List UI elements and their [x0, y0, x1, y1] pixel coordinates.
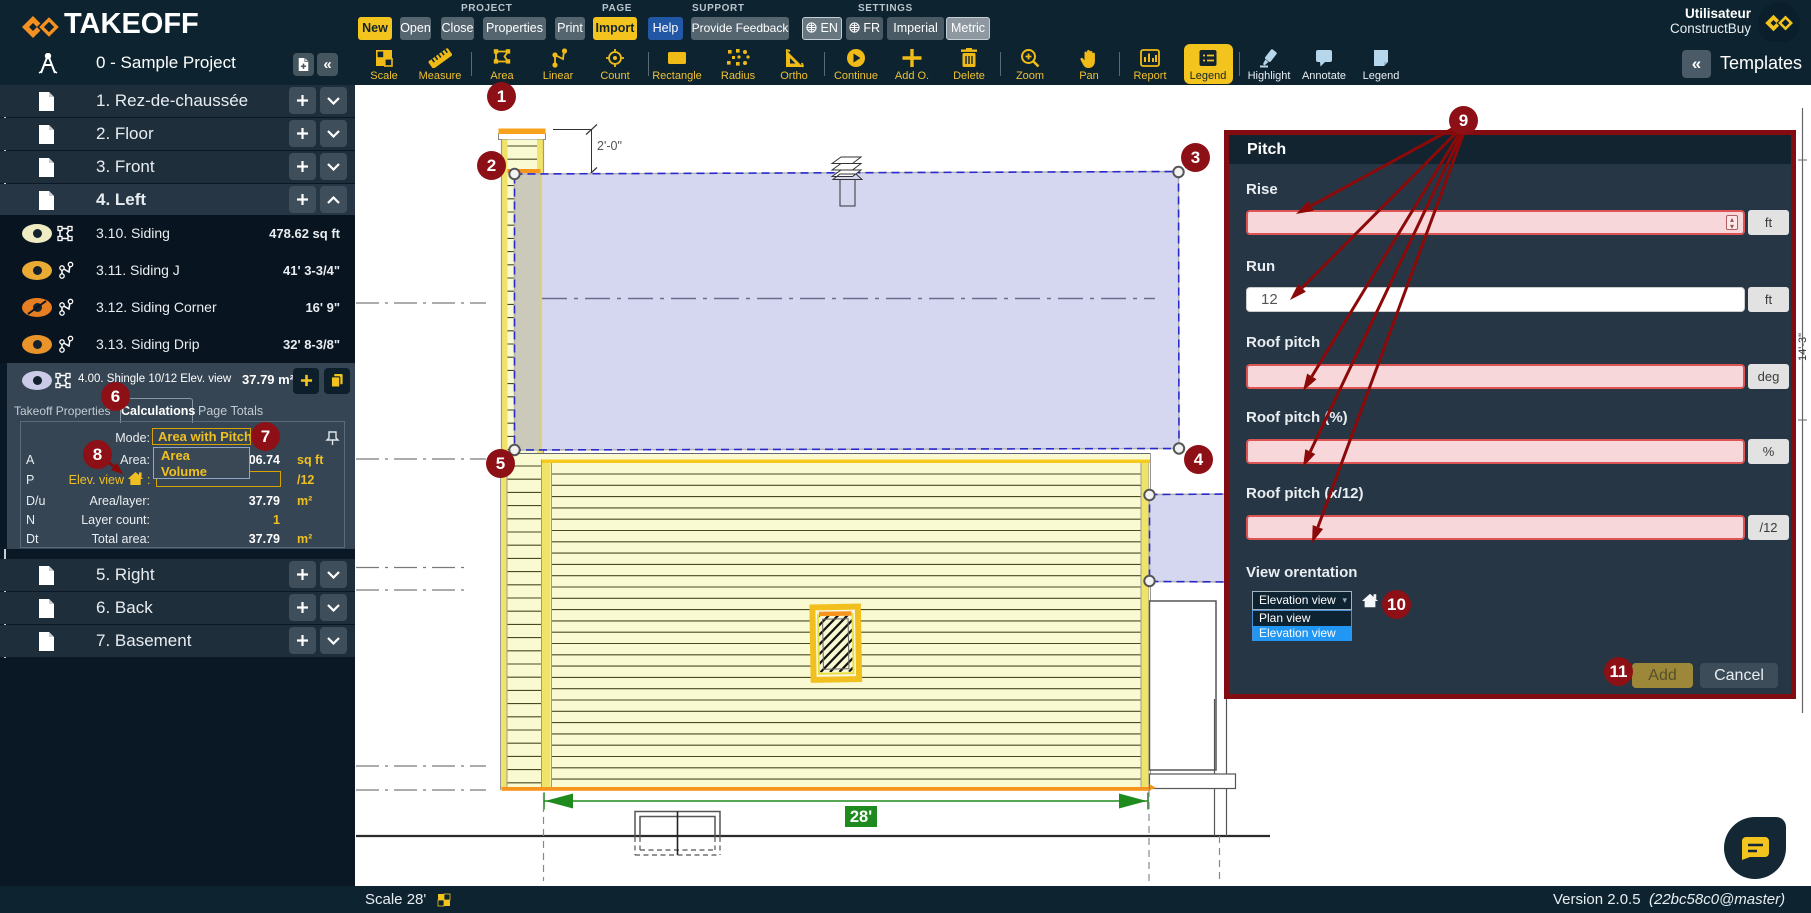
svg-text:14'-3": 14'-3" — [1797, 333, 1809, 361]
svg-text:28': 28' — [850, 808, 872, 826]
svg-text:2'-0": 2'-0" — [597, 139, 622, 153]
